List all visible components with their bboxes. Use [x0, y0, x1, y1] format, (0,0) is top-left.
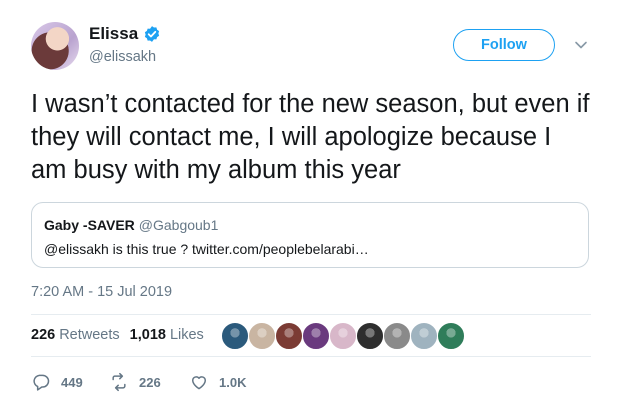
liker-avatar-9[interactable]	[437, 322, 465, 350]
author-name-row: Elissa	[89, 24, 161, 44]
retweet-action[interactable]: 226	[109, 372, 161, 392]
liker-avatar-3[interactable]	[275, 322, 303, 350]
liker-avatar-4[interactable]	[302, 322, 330, 350]
liker-avatars	[221, 322, 471, 350]
author-avatar[interactable]	[31, 22, 79, 70]
liker-avatar-8[interactable]	[410, 322, 438, 350]
engagement-stats: 226 Retweets 1,018 Likes	[31, 327, 204, 343]
liker-avatar-7[interactable]	[383, 322, 411, 350]
retweets-count: 226	[31, 327, 56, 343]
liker-avatar-2[interactable]	[248, 322, 276, 350]
divider	[31, 356, 591, 357]
liker-avatar-5[interactable]	[329, 322, 357, 350]
quoted-tweet[interactable]: Gaby -SAVER @Gabgoub1 @elissakh is this t…	[31, 202, 589, 268]
author-display-name[interactable]: Elissa	[89, 24, 138, 44]
reply-action[interactable]: 449	[31, 372, 83, 392]
like-action[interactable]: 1.0K	[189, 372, 246, 392]
chevron-down-icon[interactable]	[574, 38, 588, 52]
author-handle[interactable]: @elissakh	[89, 49, 156, 65]
divider	[31, 314, 591, 315]
liker-avatar-1[interactable]	[221, 322, 249, 350]
reply-icon	[33, 374, 50, 391]
quoted-tweet-display-name: Gaby -SAVER	[44, 217, 135, 233]
retweet-icon	[112, 372, 126, 392]
quoted-tweet-header: Gaby -SAVER @Gabgoub1	[44, 217, 218, 233]
tweet-timestamp[interactable]: 7:20 AM - 15 Jul 2019	[31, 284, 172, 300]
retweet-count: 226	[139, 374, 161, 390]
tweet-card: Elissa @elissakh Follow I wasn’t contact…	[0, 0, 619, 406]
likes-stat[interactable]: 1,018 Likes	[130, 327, 204, 343]
quoted-tweet-text: @elissakh is this true ? twitter.com/peo…	[44, 241, 369, 257]
retweets-label: Retweets	[59, 327, 120, 343]
retweets-stat[interactable]: 226 Retweets	[31, 327, 120, 343]
tweet-actions: 449 226 1.0K	[31, 372, 281, 392]
liker-avatar-6[interactable]	[356, 322, 384, 350]
like-count: 1.0K	[219, 374, 247, 390]
likes-label: Likes	[169, 327, 204, 343]
verified-badge-icon	[145, 26, 160, 42]
reply-count: 449	[61, 374, 83, 390]
likes-count: 1,018	[129, 327, 166, 343]
tweet-text: I wasn’t contacted for the new season, b…	[31, 90, 590, 184]
follow-button[interactable]: Follow	[453, 29, 555, 61]
quoted-tweet-handle: @Gabgoub1	[138, 217, 219, 233]
heart-icon	[192, 376, 206, 390]
